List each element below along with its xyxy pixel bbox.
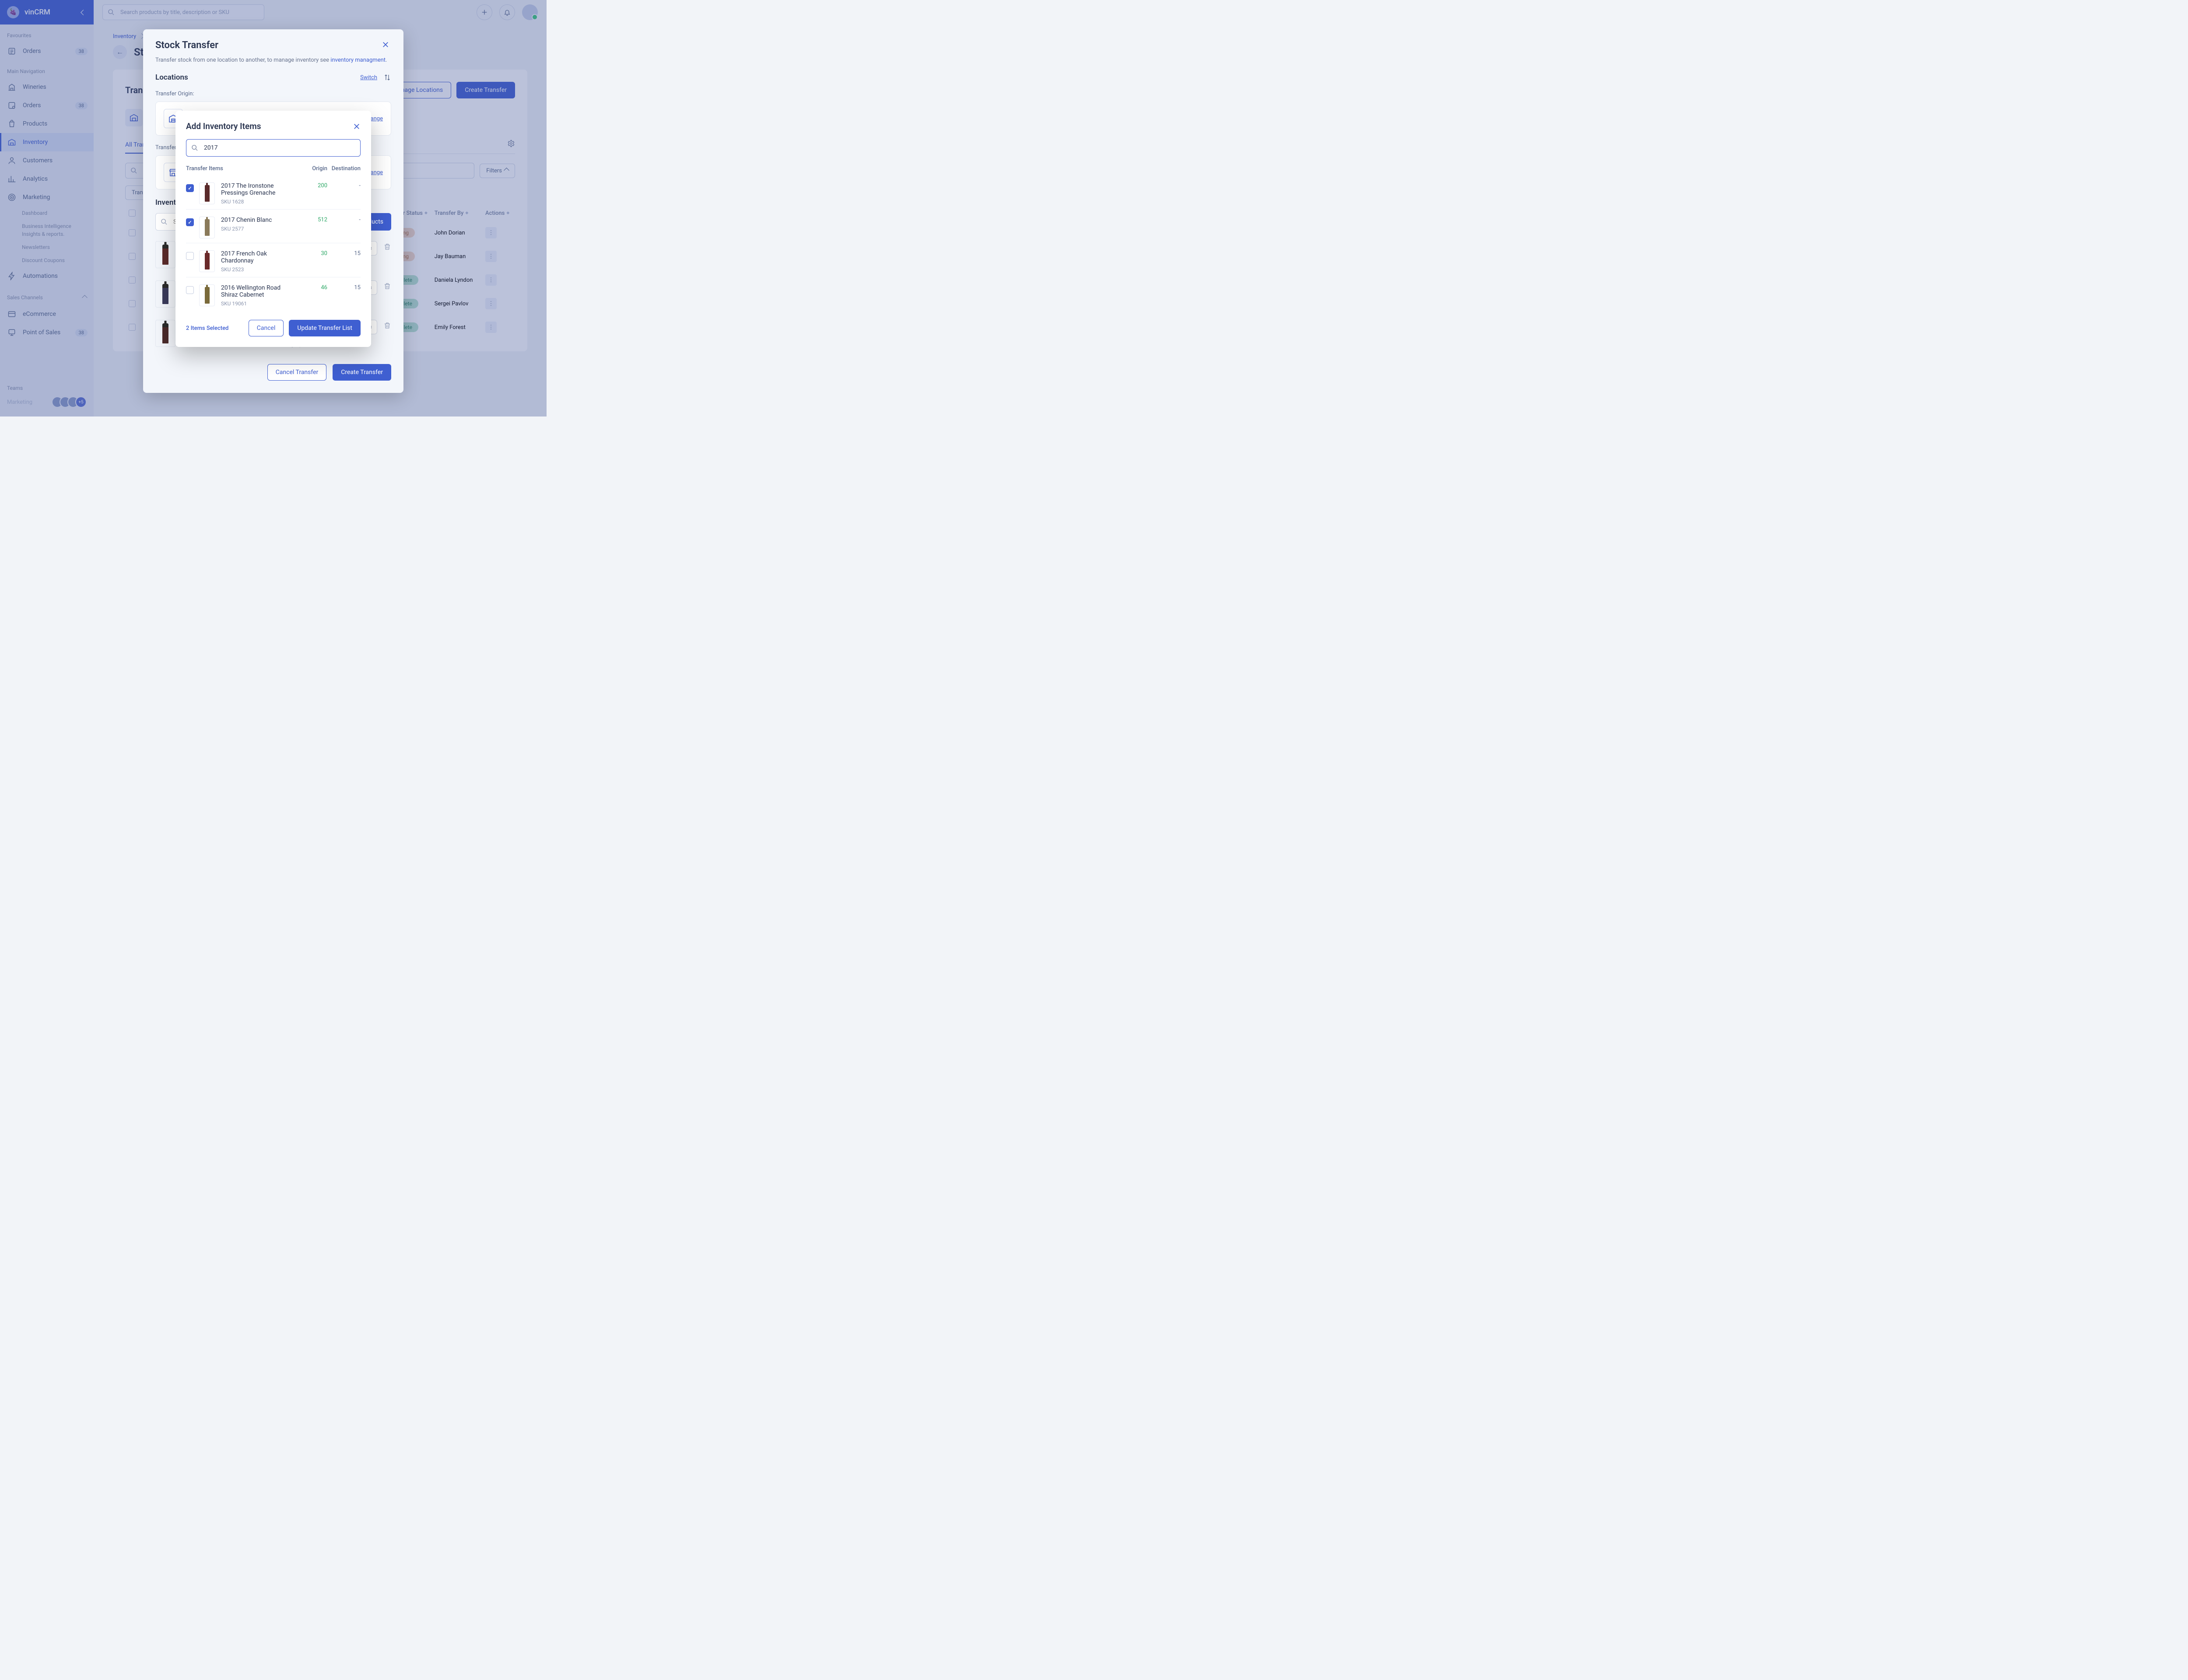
- inventory-item-row[interactable]: 2017 The Ironstone Pressings Grenache SK…: [186, 178, 361, 209]
- th-origin: Origin: [294, 165, 327, 172]
- locations-heading: Locations: [155, 73, 188, 82]
- add-inventory-modal: Add Inventory Items Transfer Items Origi…: [175, 111, 371, 347]
- swap-icon[interactable]: [383, 74, 391, 81]
- modal-description: Transfer stock from one location to anot…: [155, 57, 391, 63]
- item-name: 2017 French Oak Chardonnay: [221, 250, 294, 264]
- origin-qty: 46: [294, 284, 327, 291]
- item-sku: SKU 2577: [221, 226, 294, 232]
- dest-qty: -: [327, 217, 361, 223]
- origin-qty: 30: [294, 250, 327, 257]
- update-transfer-list-button[interactable]: Update Transfer List: [289, 320, 361, 336]
- item-checkbox[interactable]: [186, 184, 194, 192]
- th-transfer-items: Transfer Items: [186, 165, 294, 172]
- search-icon: [191, 144, 198, 151]
- item-name: 2017 The Ironstone Pressings Grenache: [221, 182, 294, 196]
- item-checkbox[interactable]: [186, 218, 194, 226]
- item-name: 2016 Wellington Road Shiraz Cabernet: [221, 284, 294, 298]
- search-icon: [161, 218, 168, 225]
- inventory-item-row[interactable]: 2016 Wellington Road Shiraz Cabernet SKU…: [186, 277, 361, 311]
- cancel-button[interactable]: Cancel: [249, 320, 284, 336]
- delete-row-icon[interactable]: [383, 282, 391, 290]
- dest-qty: 15: [327, 284, 361, 291]
- delete-row-icon[interactable]: [383, 243, 391, 251]
- switch-link[interactable]: Switch: [360, 74, 377, 81]
- cancel-transfer-button[interactable]: Cancel Transfer: [267, 364, 327, 381]
- origin-qty: 200: [294, 182, 327, 189]
- bottle-thumbnail: [199, 250, 215, 272]
- item-name: 2017 Chenin Blanc: [221, 217, 294, 224]
- add-modal-title: Add Inventory Items: [186, 121, 261, 131]
- item-sku: SKU 2523: [221, 266, 294, 273]
- inventory-item-search-input[interactable]: [186, 139, 361, 157]
- close-button[interactable]: [353, 122, 361, 130]
- th-destination: Destination: [327, 165, 361, 172]
- inventory-item-row[interactable]: 2017 French Oak Chardonnay SKU 2523 30 1…: [186, 243, 361, 277]
- item-sku: SKU 1628: [221, 199, 294, 205]
- origin-label: Transfer Origin:: [155, 91, 391, 97]
- create-transfer-modal-button[interactable]: Create Transfer: [333, 364, 391, 381]
- origin-qty: 512: [294, 217, 327, 223]
- delete-row-icon[interactable]: [383, 322, 391, 329]
- bottle-thumbnail: [199, 284, 215, 306]
- inventory-management-link[interactable]: inventory managment: [330, 57, 386, 63]
- inventory-item-row[interactable]: 2017 Chenin Blanc SKU 2577 512 -: [186, 209, 361, 243]
- bottle-thumbnail: [199, 182, 215, 204]
- item-checkbox[interactable]: [186, 286, 194, 294]
- bottle-thumbnail: [199, 217, 215, 238]
- selected-count: 2 Items Selected: [186, 325, 228, 332]
- dest-qty: 15: [327, 250, 361, 257]
- modal-title: Stock Transfer: [155, 40, 218, 51]
- item-sku: SKU 19061: [221, 301, 294, 307]
- close-button[interactable]: [382, 41, 391, 50]
- item-checkbox[interactable]: [186, 252, 194, 260]
- dest-qty: -: [327, 182, 361, 189]
